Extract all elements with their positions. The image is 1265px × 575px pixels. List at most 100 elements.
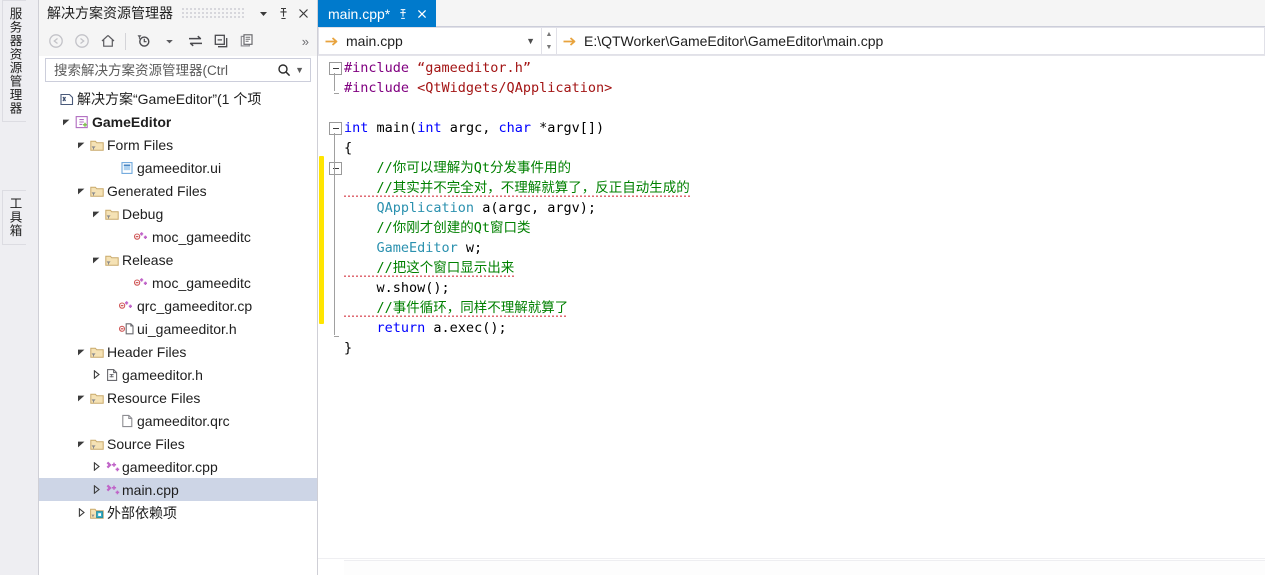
- chevron-down-icon[interactable]: ▼: [291, 65, 307, 75]
- spinner-up-icon[interactable]: ▲: [542, 28, 556, 41]
- tree-item--gameeditor-1-[interactable]: 解决方案“GameEditor”(1 个项: [39, 87, 317, 110]
- chevron-down-icon[interactable]: [60, 117, 73, 126]
- chevron-down-icon[interactable]: [157, 29, 182, 53]
- chevron-down-icon[interactable]: [75, 140, 88, 149]
- tree-item-debug[interactable]: Debug: [39, 202, 317, 225]
- chevron-down-icon[interactable]: [75, 186, 88, 195]
- search-icon[interactable]: [277, 63, 291, 77]
- chevron-right-icon[interactable]: [90, 485, 103, 494]
- code-token: //你刚才创建的Qt窗口类: [344, 220, 531, 236]
- home-icon[interactable]: [95, 29, 120, 53]
- search-box[interactable]: ▼: [45, 58, 311, 82]
- tree-item-ui_gameeditor.h[interactable]: ui_gameeditor.h: [39, 317, 317, 340]
- forward-arrow-icon: [325, 36, 339, 47]
- clock-filter-icon[interactable]: [131, 29, 156, 53]
- code-line: //把这个窗口显示出来: [344, 258, 1265, 278]
- chevron-down-icon[interactable]: [253, 3, 273, 23]
- code-folding-margin[interactable]: [326, 56, 344, 558]
- tree-item-gameeditor.h[interactable]: gameeditor.h: [39, 363, 317, 386]
- pin-icon[interactable]: [397, 8, 409, 20]
- tree-item-label: main.cpp: [122, 481, 179, 498]
- scrollbar-track[interactable]: [344, 559, 1265, 575]
- code-editor[interactable]: #include “gameeditor.h” #include <QtWidge…: [318, 56, 1265, 558]
- dock-tab-server-explorer[interactable]: 服务器资源管理器: [2, 0, 26, 122]
- filter-folder-icon: [88, 436, 107, 452]
- code-line: {: [344, 138, 1265, 158]
- tree-item-source-files[interactable]: Source Files: [39, 432, 317, 455]
- fold-collapse-icon[interactable]: [329, 62, 342, 75]
- navbar-spinner[interactable]: ▲ ▼: [542, 27, 557, 55]
- chevron-down-icon[interactable]: [90, 255, 103, 264]
- chevron-down-icon[interactable]: [75, 393, 88, 402]
- chevron-down-icon[interactable]: [90, 209, 103, 218]
- horizontal-scrollbar[interactable]: [318, 558, 1265, 575]
- tree-item-gameeditor.qrc[interactable]: gameeditor.qrc: [39, 409, 317, 432]
- code-line: //事件循环，同样不理解就算了: [344, 298, 1265, 318]
- change-indicator-margin: [318, 56, 326, 558]
- code-token: w;: [457, 240, 483, 256]
- tree-item-gameeditor.cpp[interactable]: gameeditor.cpp: [39, 455, 317, 478]
- cpp-file-excluded-icon: [133, 275, 152, 291]
- tree-item-form-files[interactable]: Form Files: [39, 133, 317, 156]
- code-token: int: [417, 120, 442, 136]
- fold-region-end: [334, 93, 339, 94]
- code-line: QApplication a(argc, argv);: [344, 198, 1265, 218]
- tree-item-label: Header Files: [107, 343, 187, 360]
- code-token: }: [344, 340, 353, 356]
- tree-item-label: moc_gameeditc: [152, 228, 251, 245]
- chevron-down-icon[interactable]: ▼: [526, 36, 535, 46]
- chevron-right-icon[interactable]: [90, 370, 103, 379]
- tree-item-gameeditor[interactable]: GameEditor: [39, 110, 317, 133]
- close-icon[interactable]: [416, 8, 428, 20]
- chevron-down-icon[interactable]: [75, 347, 88, 356]
- dock-tab-toolbox[interactable]: 工具箱: [2, 190, 26, 245]
- drag-grip[interactable]: [181, 8, 245, 18]
- tree-item-moc_gameeditc[interactable]: moc_gameeditc: [39, 225, 317, 248]
- chevron-down-icon[interactable]: [75, 439, 88, 448]
- code-token: “gameeditor.h”: [417, 60, 531, 76]
- forward-arrow-icon: [563, 36, 577, 47]
- tab-main-cpp[interactable]: main.cpp*: [318, 0, 437, 27]
- navbar-file-label: main.cpp: [346, 33, 403, 49]
- tree-item-header-files[interactable]: Header Files: [39, 340, 317, 363]
- code-token: {: [344, 140, 353, 156]
- pin-icon[interactable]: [273, 3, 293, 23]
- spinner-down-icon[interactable]: ▼: [542, 41, 556, 54]
- fold-region-line: [334, 73, 335, 91]
- tree-item-qrc_gameeditor.cp[interactable]: qrc_gameeditor.cp: [39, 294, 317, 317]
- navbar-file-selector[interactable]: main.cpp ▼: [318, 27, 542, 55]
- navbar-path[interactable]: E:\QTWorker\GameEditor\GameEditor\main.c…: [557, 27, 1265, 55]
- tree-item-label: gameeditor.qrc: [137, 412, 230, 429]
- tree-item-gameeditor.ui[interactable]: gameeditor.ui: [39, 156, 317, 179]
- solution-tree[interactable]: 解决方案“GameEditor”(1 个项 GameEditor Form File…: [39, 85, 317, 575]
- tree-item-release[interactable]: Release: [39, 248, 317, 271]
- collapse-all-icon[interactable]: [209, 29, 234, 53]
- search-input[interactable]: [52, 61, 278, 79]
- chevron-right-icon[interactable]: [75, 508, 88, 517]
- tree-item-label: ui_gameeditor.h: [137, 320, 237, 337]
- fold-collapse-icon[interactable]: [329, 122, 342, 135]
- show-all-files-icon[interactable]: [235, 29, 260, 53]
- code-token: QApplication: [376, 200, 475, 216]
- editor-navigation-bar: main.cpp ▼ ▲ ▼ E:\QTWorker\GameEditor\Ga…: [318, 27, 1265, 56]
- tree-item--[interactable]: 外部依赖项: [39, 501, 317, 524]
- chevron-right-icon[interactable]: [90, 462, 103, 471]
- tree-item-resource-files[interactable]: Resource Files: [39, 386, 317, 409]
- dock-tab-label: 服务器资源管理器: [7, 7, 22, 115]
- code-line: }: [344, 338, 1265, 358]
- tab-label: main.cpp*: [328, 5, 391, 22]
- solution-explorer-panel: 解决方案资源管理器 » 搜索解决方案资源管理器(Ctrl ▼ 解决方案“Game…: [39, 0, 318, 575]
- forward-arrow-icon[interactable]: [69, 29, 94, 53]
- tree-item-main.cpp[interactable]: main.cpp: [39, 478, 317, 501]
- back-arrow-icon[interactable]: [43, 29, 68, 53]
- solution-explorer-header: 解决方案资源管理器: [39, 0, 317, 26]
- tree-item-generated-files[interactable]: Generated Files: [39, 179, 317, 202]
- sync-arrows-icon[interactable]: [183, 29, 208, 53]
- fold-collapse-icon[interactable]: [329, 162, 342, 175]
- close-icon[interactable]: [293, 3, 313, 23]
- tree-item-moc_gameeditc[interactable]: moc_gameeditc: [39, 271, 317, 294]
- code-text[interactable]: #include “gameeditor.h” #include <QtWidge…: [344, 56, 1265, 558]
- toolbar-overflow-button[interactable]: »: [302, 34, 313, 49]
